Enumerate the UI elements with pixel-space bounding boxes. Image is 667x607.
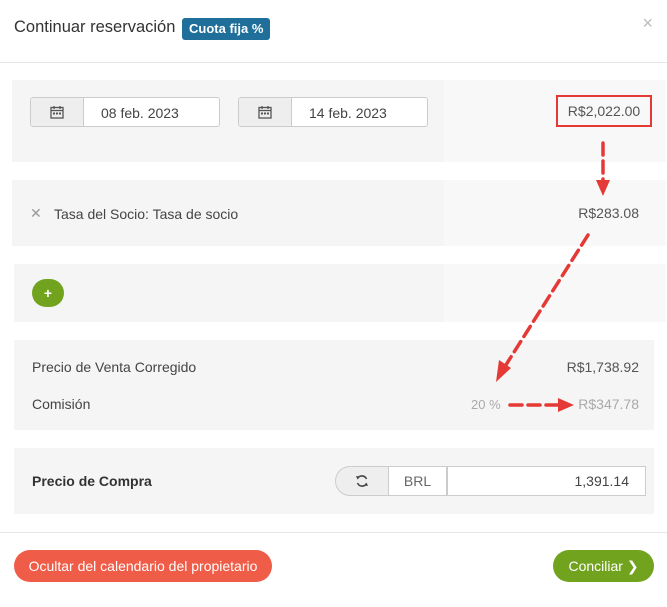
footer-divider	[0, 532, 667, 533]
chevron-right-icon: ❯	[626, 558, 639, 574]
calendar-icon[interactable]	[239, 98, 292, 126]
purchase-price-input[interactable]: 1,391.14	[447, 466, 646, 496]
remove-fee-icon[interactable]: ✕	[30, 205, 42, 222]
end-date-value: 14 feb. 2023	[309, 105, 387, 121]
fee-label: Tasa del Socio: Tasa de socio	[54, 206, 239, 222]
add-fee-button[interactable]: +	[32, 279, 64, 307]
total-amount: R$2,022.00	[556, 95, 652, 127]
fee-amount: R$283.08	[578, 205, 639, 221]
add-fee-panel-right	[444, 264, 666, 322]
corrected-price-label: Precio de Venta Corregido	[32, 359, 197, 375]
commission-label: Comisión	[32, 396, 91, 412]
start-date-value: 08 feb. 2023	[101, 105, 179, 121]
modal-title: Continuar reservación	[14, 18, 176, 36]
purchase-price-label: Precio de Compra	[32, 473, 152, 489]
add-fee-panel	[14, 264, 444, 322]
refresh-icon	[356, 475, 368, 487]
close-icon[interactable]: ×	[642, 14, 653, 32]
refresh-button[interactable]	[335, 466, 389, 496]
start-date-field[interactable]: 08 feb. 2023	[30, 97, 220, 127]
commission-amount: R$347.78	[578, 396, 639, 412]
corrected-price-amount: R$1,738.92	[566, 359, 639, 375]
modal-header: Continuar reservación Cuota fija % ×	[0, 0, 667, 63]
fee-type-badge: Cuota fija %	[182, 18, 271, 40]
reconcile-label: Conciliar	[568, 558, 623, 574]
end-date-field[interactable]: 14 feb. 2023	[238, 97, 428, 127]
hide-from-owner-calendar-button[interactable]: Ocultar del calendario del propietario	[14, 550, 272, 582]
commission-percent: 20 %	[471, 397, 501, 412]
reconcile-button[interactable]: Conciliar ❯	[553, 550, 654, 582]
currency-label: BRL	[389, 466, 447, 496]
calendar-icon[interactable]	[31, 98, 84, 126]
pricing-panel	[14, 340, 654, 430]
